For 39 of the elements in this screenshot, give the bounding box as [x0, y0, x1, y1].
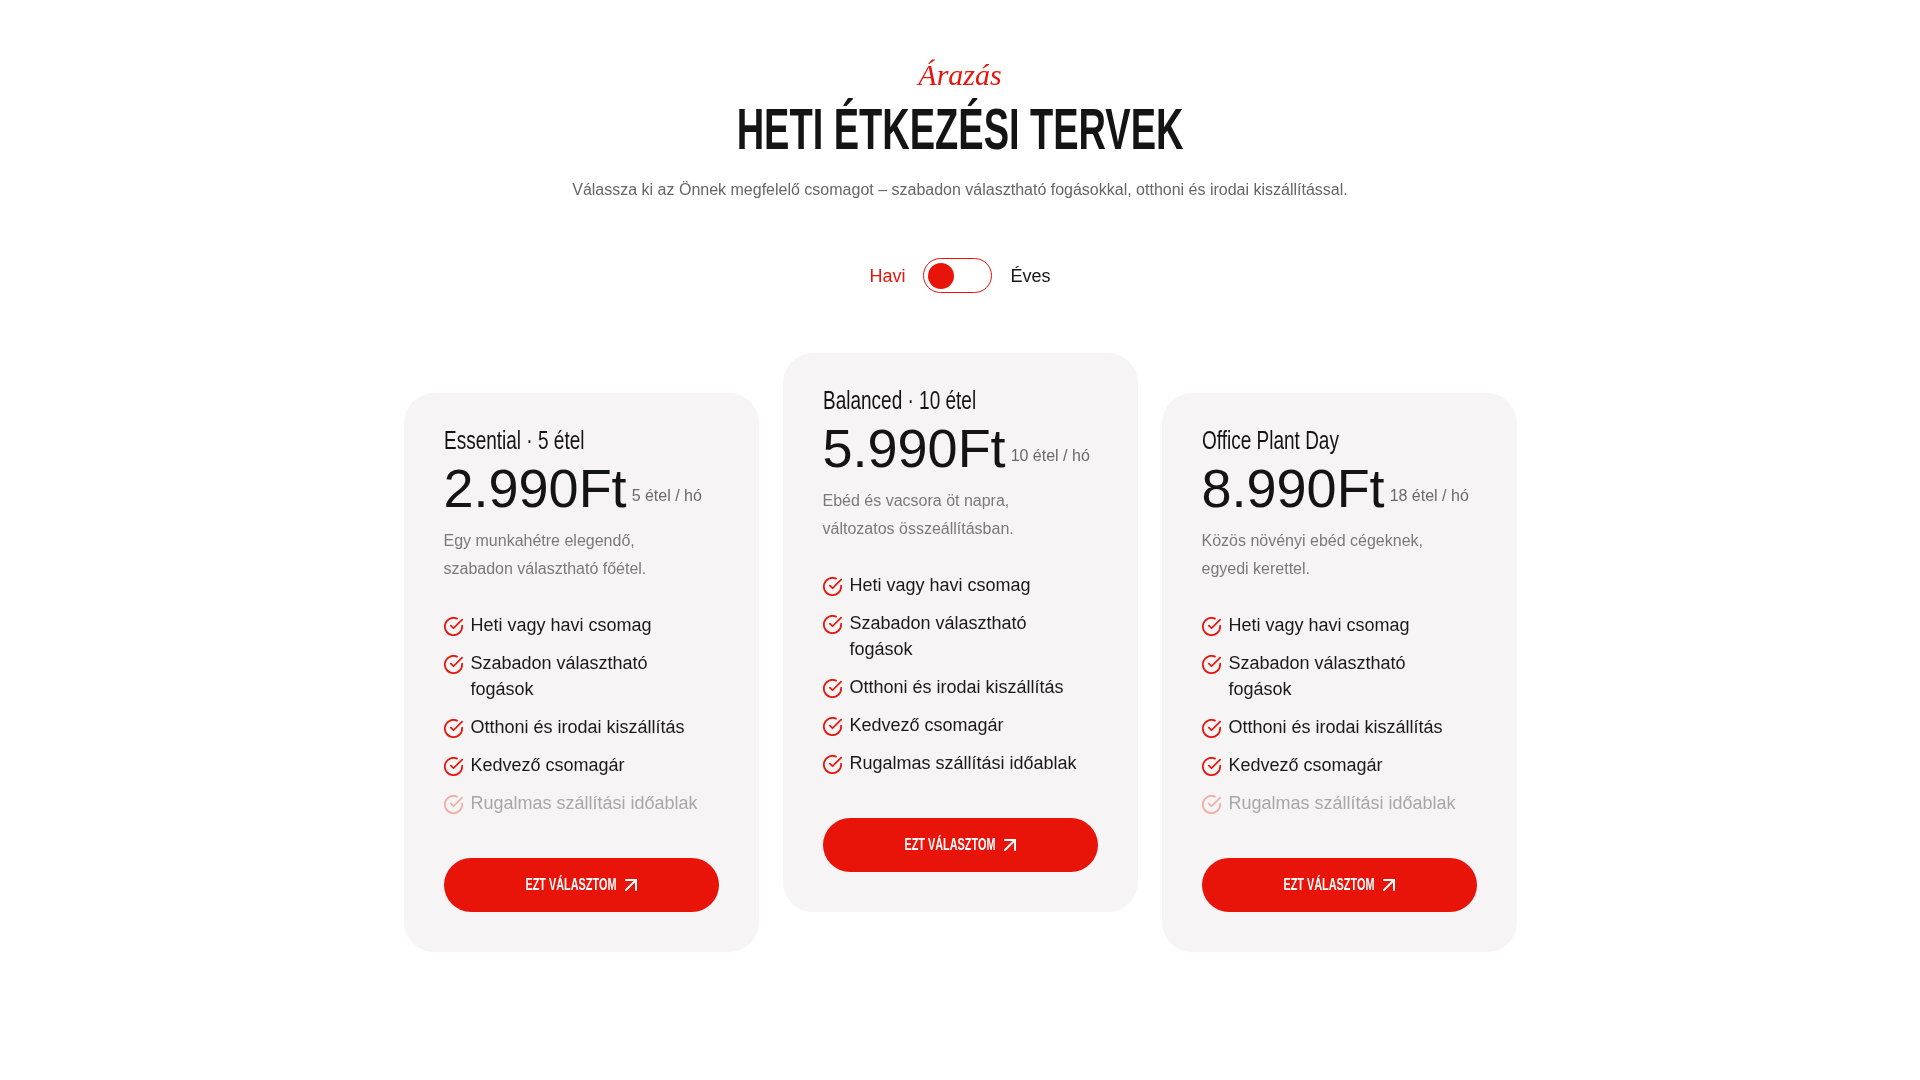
arrow-up-right-icon [1004, 839, 1017, 851]
plan-name: Balanced · 10 étel [822, 385, 976, 415]
feature-text: Szabadon választható fogások [470, 652, 649, 701]
section-eyebrow: Árazás [918, 58, 1002, 92]
plan-name: Essential · 5 étel [443, 425, 584, 455]
feature-text: Rugalmas szállítási időablak [470, 792, 698, 815]
feature-text: Heti vagy havi csomag [1228, 614, 1410, 637]
feature-text: Heti vagy havi csomag [849, 574, 1031, 597]
plan-price: 2.990Ft [443, 461, 627, 515]
section-title: HETI ÉTKEZÉSI TERVEK [736, 100, 1184, 158]
choose-plan-button[interactable]: EZT VÁLASZTOM [822, 818, 1098, 872]
feature-text: Heti vagy havi csomag [470, 614, 652, 637]
choose-plan-button[interactable]: EZT VÁLASZTOM [1201, 858, 1477, 912]
plan-price: 8.990Ft [1201, 461, 1385, 515]
billing-option[interactable]: Havi [869, 263, 906, 288]
feature-text: Otthoni és irodai kiszállítás [849, 676, 1064, 699]
feature-text: Kedvező csomagár [470, 754, 625, 777]
feature-text: Rugalmas szállítási időablak [849, 752, 1077, 775]
feature-text: Szabadon választható fogások [849, 612, 1028, 661]
feature-text: Kedvező csomagár [1228, 754, 1383, 777]
switch-knob[interactable] [928, 262, 955, 289]
feature-text: Szabadon választható fogások [1228, 652, 1407, 701]
price-unit: 18 étel / hó [1389, 486, 1469, 506]
billing-option[interactable]: Éves [1010, 263, 1051, 288]
price-unit: 10 étel / hó [1010, 446, 1090, 466]
plan-description: Egy munkahétre elegendő, szabadon választható főétel. [443, 531, 648, 579]
section-subtitle: Válassza ki az Önnek megfelelő csomagot – szabadon választható fogásokkal, otthoni és irodai kiszállítással. [572, 180, 1348, 200]
plan-description: Közös növényi ebéd cégeknek, egyedi kerettel. [1201, 531, 1424, 579]
price-unit: 5 étel / hó [631, 486, 702, 506]
choose-plan-button[interactable]: EZT VÁLASZTOM [443, 858, 719, 912]
arrow-up-right-icon [625, 879, 638, 891]
feature-text: Otthoni és irodai kiszállítás [1228, 716, 1443, 739]
arrow-up-right-icon [1383, 879, 1396, 891]
feature-text: Rugalmas szállítási időablak [1228, 792, 1456, 815]
plan-name: Office Plant Day [1201, 425, 1339, 455]
feature-text: Kedvező csomagár [849, 714, 1004, 737]
feature-text: Otthoni és irodai kiszállítás [470, 716, 685, 739]
plan-price: 5.990Ft [822, 421, 1006, 475]
plan-description: Ebéd és vacsora öt napra, változatos összeállításban. [822, 491, 1015, 539]
